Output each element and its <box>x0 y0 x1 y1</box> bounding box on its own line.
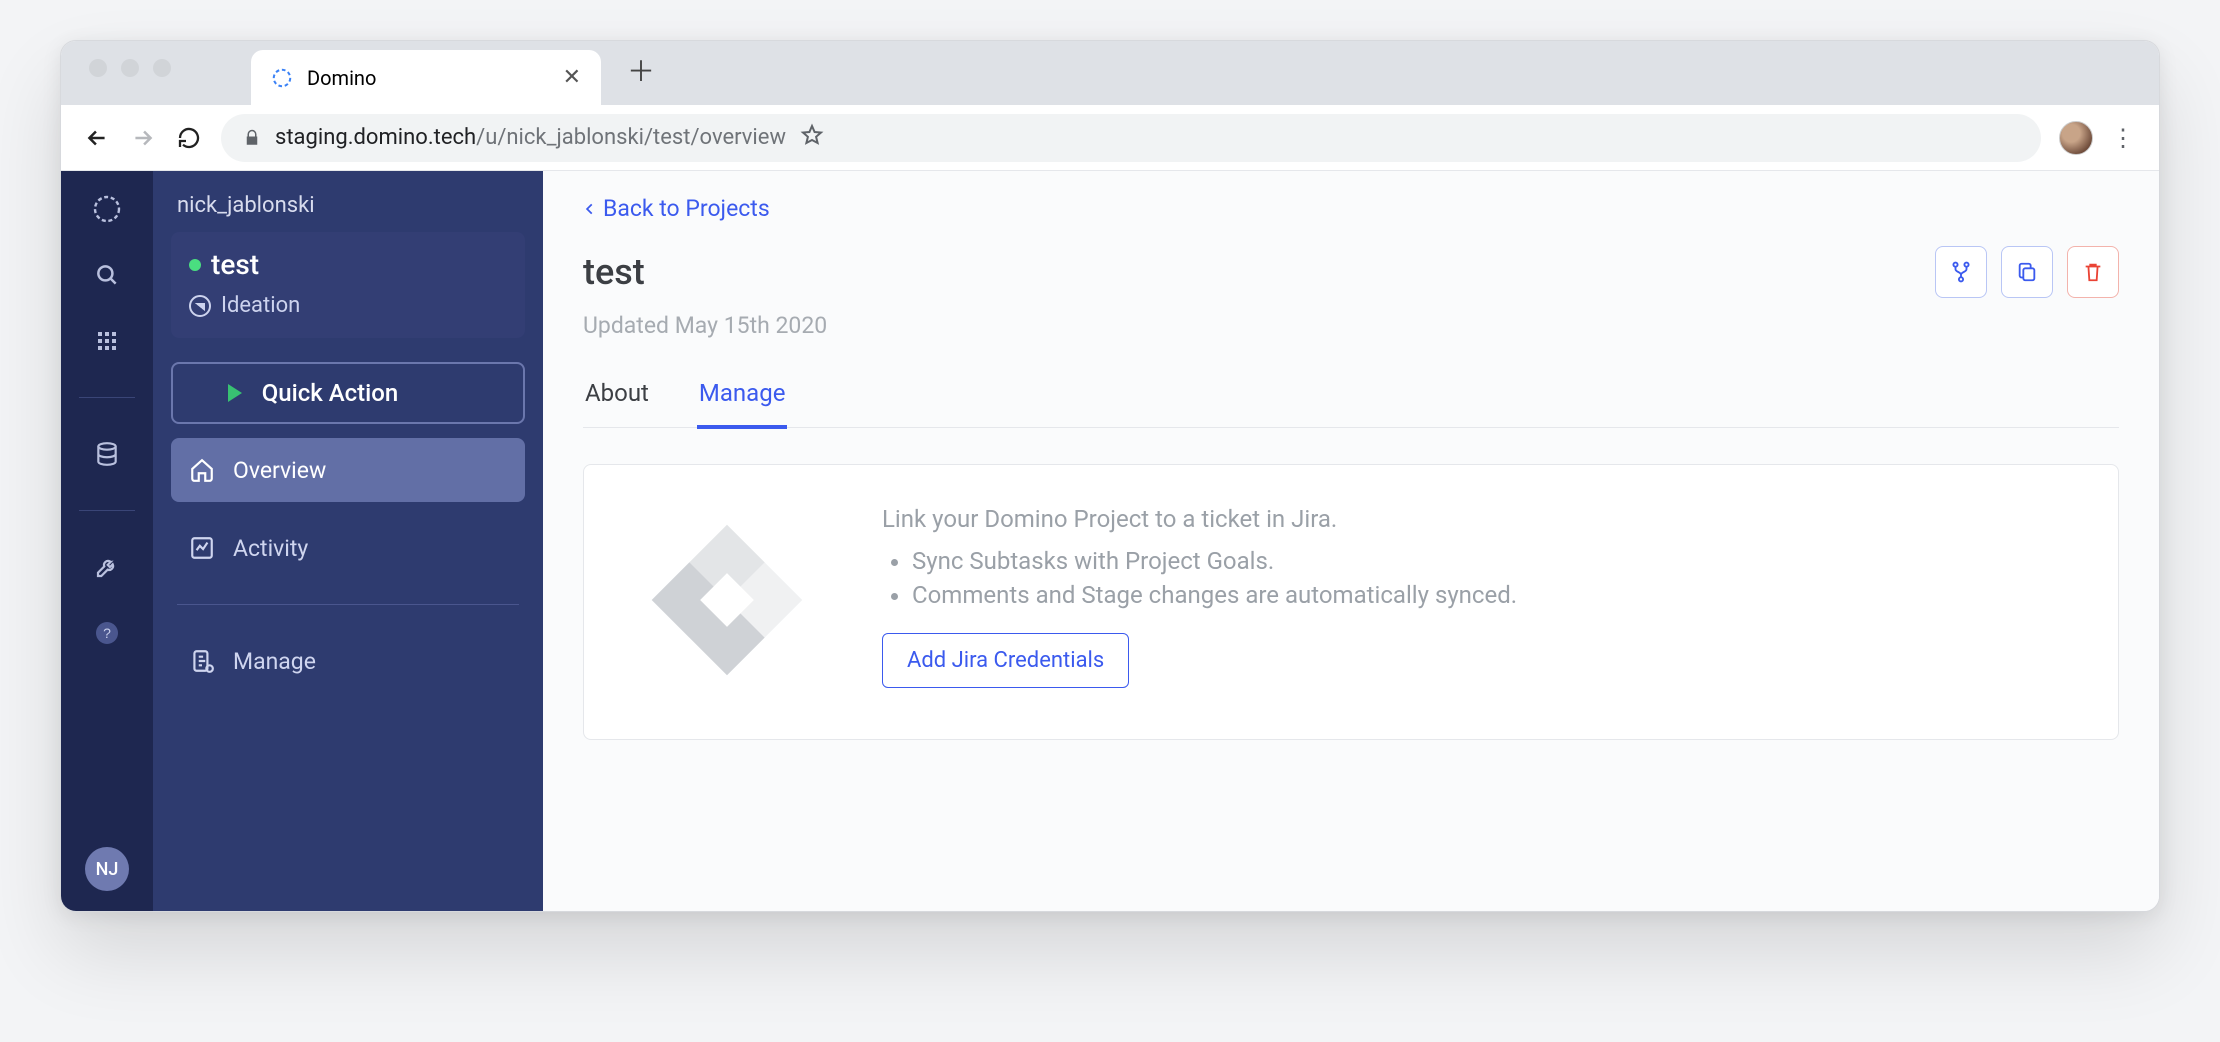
icon-rail: ? NJ <box>61 171 153 911</box>
project-sidebar: nick_jablonski test Ideation Quick Actio… <box>153 171 543 911</box>
browser-tab-title: Domino <box>307 66 549 90</box>
rail-admin-button[interactable] <box>91 551 123 583</box>
browser-tabbar: Domino ✕ ＋ <box>61 41 2159 105</box>
rail-help-button[interactable]: ? <box>91 617 123 649</box>
search-icon <box>94 262 120 288</box>
sidebar-item-overview[interactable]: Overview <box>171 438 525 502</box>
chevron-left-icon <box>583 198 597 220</box>
project-name: test <box>211 248 259 281</box>
browser-toolbar: staging.domino.tech/u/nick_jablonski/tes… <box>61 105 2159 171</box>
main-content: Back to Projects test Updated May 15th 2 <box>543 171 2159 911</box>
project-header: test <box>583 246 2119 298</box>
delete-button[interactable] <box>2067 246 2119 298</box>
sidebar-item-manage[interactable]: Manage <box>171 629 525 693</box>
sidebar-divider <box>177 604 519 605</box>
app-frame: ? NJ nick_jablonski test Ideation Quick … <box>61 171 2159 911</box>
content-tabs: About Manage <box>583 369 2119 428</box>
arrow-left-icon <box>84 125 110 151</box>
sidebar-item-label: Activity <box>233 535 308 562</box>
sidebar-item-label: Manage <box>233 648 316 675</box>
browser-window: Domino ✕ ＋ staging.domino.tech/u/nick_ja… <box>60 40 2160 912</box>
rail-apps-button[interactable] <box>91 325 123 357</box>
window-traffic-lights[interactable] <box>89 59 171 77</box>
arrow-right-icon <box>130 125 156 151</box>
sidebar-item-activity[interactable]: Activity <box>171 516 525 580</box>
bookmark-star-icon[interactable] <box>800 123 824 153</box>
rail-user-button[interactable]: NJ <box>85 847 129 891</box>
browser-menu-button[interactable]: ⋮ <box>2111 124 2137 152</box>
quick-action-label: Quick Action <box>262 379 399 407</box>
jira-bullet: Sync Subtasks with Project Goals. <box>912 547 1517 575</box>
project-owner: nick_jablonski <box>177 193 525 218</box>
domino-logo-icon[interactable] <box>91 193 123 225</box>
address-bar[interactable]: staging.domino.tech/u/nick_jablonski/tes… <box>221 114 2041 162</box>
copy-icon <box>2016 261 2038 283</box>
window-minimize-dot[interactable] <box>121 59 139 77</box>
svg-text:?: ? <box>103 625 111 641</box>
page-title: test <box>583 251 645 293</box>
jira-bullet: Comments and Stage changes are automatic… <box>912 581 1517 609</box>
rail-data-button[interactable] <box>91 438 123 470</box>
new-tab-button[interactable]: ＋ <box>611 50 671 90</box>
project-card[interactable]: test Ideation <box>171 232 525 338</box>
stage-icon <box>189 295 211 317</box>
profile-avatar[interactable] <box>2059 121 2093 155</box>
activity-icon <box>189 535 215 561</box>
play-icon <box>228 384 242 402</box>
home-icon <box>189 457 215 483</box>
project-stage-label: Ideation <box>221 293 300 318</box>
reload-icon <box>177 126 201 150</box>
fork-button[interactable] <box>1935 246 1987 298</box>
help-icon: ? <box>95 621 119 645</box>
jira-integration-card: Link your Domino Project to a ticket in … <box>583 464 2119 740</box>
nav-reload-button[interactable] <box>175 126 203 150</box>
trash-icon <box>2082 261 2104 283</box>
sidebar-item-label: Overview <box>233 457 326 484</box>
fork-icon <box>1950 261 1972 283</box>
tab-manage[interactable]: Manage <box>697 369 788 429</box>
lock-icon <box>243 129 261 147</box>
jira-bullets: Sync Subtasks with Project Goals. Commen… <box>882 547 1517 609</box>
add-jira-credentials-button[interactable]: Add Jira Credentials <box>882 633 1129 688</box>
jira-logo-icon <box>632 505 822 699</box>
nav-back-button[interactable] <box>83 125 111 151</box>
tab-close-icon[interactable]: ✕ <box>563 65 581 90</box>
updated-text: Updated May 15th 2020 <box>583 312 2119 339</box>
back-to-projects-link[interactable]: Back to Projects <box>583 195 2119 222</box>
grid-icon <box>95 329 119 353</box>
database-icon <box>94 441 120 467</box>
project-action-buttons <box>1935 246 2119 298</box>
window-zoom-dot[interactable] <box>153 59 171 77</box>
nav-forward-button[interactable] <box>129 125 157 151</box>
tab-about[interactable]: About <box>583 369 651 427</box>
domino-favicon-icon <box>271 67 293 89</box>
copy-button[interactable] <box>2001 246 2053 298</box>
jira-heading: Link your Domino Project to a ticket in … <box>882 505 1517 533</box>
clipboard-icon <box>189 648 215 674</box>
rail-search-button[interactable] <box>91 259 123 291</box>
url-text: staging.domino.tech/u/nick_jablonski/tes… <box>275 125 786 150</box>
quick-action-button[interactable]: Quick Action <box>171 362 525 424</box>
jira-block: Link your Domino Project to a ticket in … <box>882 505 1517 699</box>
browser-tab[interactable]: Domino ✕ <box>251 50 601 105</box>
window-close-dot[interactable] <box>89 59 107 77</box>
wrench-icon <box>95 555 119 579</box>
status-dot-icon <box>189 259 201 271</box>
